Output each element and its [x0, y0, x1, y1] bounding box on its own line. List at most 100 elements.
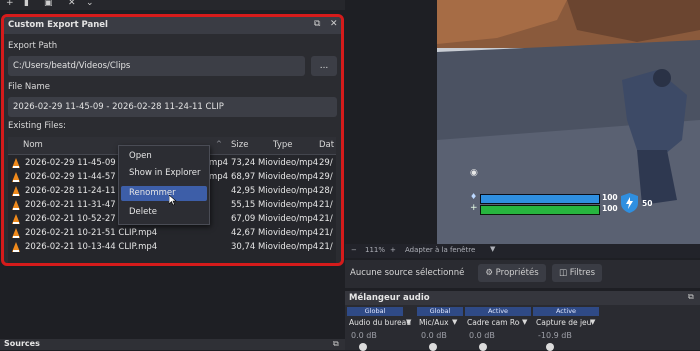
channel-menu-icon[interactable]: ▼ [590, 318, 595, 326]
channel-db: 0.0 dB [421, 331, 447, 340]
file-size-cell: 67,09 Mio [231, 214, 273, 224]
column-header-name[interactable]: Nom [23, 140, 43, 150]
file-type-cell: video/mp4 [273, 172, 319, 182]
table-row[interactable]: 2026-02-21 10-21-51 CLIP.mp4 42,67 Mio vid… [8, 227, 336, 241]
close-x-icon[interactable]: ✕ [68, 0, 76, 8]
extra-value: 50 [642, 199, 653, 208]
game-preview: ◉ ♦ + 100 100 50 [437, 0, 700, 244]
audio-mixer: Mélangeur audio ⧉ Global Global Active A… [345, 291, 700, 351]
file-size-cell: 42,67 Mio [231, 228, 273, 238]
filters-button[interactable]: ◫ Filtres [552, 264, 602, 282]
filter-icon: ◫ [558, 268, 570, 278]
source-toolbar: Aucune source sélectionné ⚙ Propriétés ◫… [345, 260, 700, 288]
vlc-file-icon [12, 242, 20, 252]
channel-menu-icon[interactable]: ▼ [522, 318, 527, 326]
file-ext-cell: mp4 [209, 172, 229, 182]
channel-name: Capture de jeu [536, 318, 592, 327]
file-type-cell: video/mp4 [273, 200, 319, 210]
channel-db: -10.9 dB [538, 331, 572, 340]
trash-icon[interactable]: ▮ [24, 0, 29, 8]
zoom-in-button[interactable]: + [390, 246, 396, 254]
sources-panel-header: Sources ⧉ [0, 339, 345, 350]
shield-badge-icon [621, 193, 638, 213]
browse-button[interactable]: ... [311, 56, 337, 76]
properties-button[interactable]: ⚙ Propriétés [478, 264, 546, 282]
channel-db: 0.0 dB [351, 331, 377, 340]
copy-icon[interactable]: ▣ [44, 0, 53, 8]
menu-item-rename[interactable]: Renommer [121, 186, 207, 201]
panel-titlebar: Custom Export Panel ⧉ ✕ [4, 17, 341, 34]
mixer-title: Mélangeur audio [345, 291, 700, 305]
file-name-field[interactable]: 2026-02-29 11-45-09 - 2026-02-28 11-24-1… [8, 97, 337, 117]
channel-name: Audio du bureau [349, 318, 411, 327]
file-size-cell: 68,97 Mio [231, 172, 273, 182]
vlc-file-icon [12, 172, 20, 182]
file-ext-cell: mp4 [209, 158, 229, 168]
file-size-cell: 30,74 Mio [231, 242, 273, 252]
channel-menu-icon[interactable]: ▼ [406, 318, 411, 326]
eye-icon: ◉ [470, 168, 478, 178]
plus-health-icon: + [470, 203, 478, 213]
column-header-size[interactable]: Size [231, 140, 248, 150]
vlc-file-icon [12, 228, 20, 238]
menu-item-delete[interactable]: Delete [121, 205, 207, 220]
zoom-out-button[interactable]: − [351, 246, 357, 254]
export-path-label: Export Path [8, 41, 58, 51]
vlc-file-icon [12, 158, 20, 168]
file-date-cell: 21/ [319, 228, 333, 238]
shield-value: 100 [602, 193, 618, 202]
channel-tag: Active [465, 307, 531, 316]
sources-title: Sources [4, 339, 40, 348]
channel-name: Cadre cam Rodar [467, 318, 520, 327]
menu-item-show-in-explorer[interactable]: Show in Explorer [121, 166, 207, 181]
file-type-cell: video/mp4 [273, 214, 319, 224]
file-date-cell: 21/ [319, 214, 333, 224]
undock-icon[interactable]: ⧉ [314, 19, 320, 29]
file-type-cell: video/mp4 [273, 228, 319, 238]
file-date-cell: 29/ [319, 158, 333, 168]
file-name-cell: 2026-02-21 10-13-44 CLIP.mp4 [25, 242, 158, 252]
file-type-cell: video/mp4 [273, 242, 319, 252]
column-header-type[interactable]: Type [273, 140, 293, 150]
channel-tag: Global [347, 307, 403, 316]
custom-export-panel: Custom Export Panel ⧉ ✕ Export Path C:/U… [1, 14, 344, 266]
export-path-field[interactable]: C:/Users/beatd/Videos/Clips [8, 56, 305, 76]
properties-label: Propriétés [495, 268, 539, 278]
column-header-date[interactable]: Dat [319, 140, 334, 150]
vlc-file-icon [12, 186, 20, 196]
file-type-cell: video/mp4 [273, 186, 319, 196]
preview-status-bar: − 111% + Adapter à la fenêtre ▼ [345, 244, 700, 258]
existing-files-label: Existing Files: [8, 121, 66, 131]
file-date-cell: 28/ [319, 186, 333, 196]
vlc-file-icon [12, 214, 20, 224]
file-name-label: File Name [8, 82, 51, 92]
channel-menu-icon[interactable]: ▼ [452, 318, 457, 326]
no-source-label: Aucune source sélectionné [350, 268, 465, 278]
channel-name: Mic/Aux [419, 318, 449, 327]
menu-item-open[interactable]: Open [121, 149, 207, 164]
file-type-cell: video/mp4 [273, 158, 319, 168]
file-size-cell: 55,15 Mio [231, 200, 273, 210]
file-name-cell: 2026-02-21 10-21-51 CLIP.mp4 [25, 228, 158, 238]
file-date-cell: 29/ [319, 172, 333, 182]
dropdown-icon[interactable]: ▼ [490, 245, 495, 253]
chevron-down-icon[interactable]: ⌄ [86, 0, 94, 8]
close-icon[interactable]: ✕ [330, 19, 338, 29]
sort-chevron-icon[interactable]: ^ [216, 140, 222, 148]
zoom-level: 111% [365, 246, 386, 254]
gear-icon: ⚙ [485, 268, 496, 278]
shield-small-icon: ♦ [470, 192, 478, 201]
mixer-undock-icon[interactable]: ⧉ [688, 292, 694, 302]
file-size-cell: 73,24 Mio [231, 158, 273, 168]
shield-bar [480, 194, 600, 204]
table-row[interactable]: 2026-02-21 10-13-44 CLIP.mp4 30,74 Mio vid… [8, 241, 336, 255]
file-date-cell: 21/ [319, 242, 333, 252]
mouse-cursor-icon [169, 195, 177, 206]
sources-undock-icon[interactable]: ⧉ [333, 339, 339, 349]
fit-window-select[interactable]: Adapter à la fenêtre [405, 246, 475, 254]
add-icon[interactable]: + [6, 0, 14, 8]
channel-tag: Global [417, 307, 463, 316]
vlc-file-icon [12, 200, 20, 210]
filters-label: Filtres [569, 268, 596, 278]
channel-tag: Active [533, 307, 599, 316]
